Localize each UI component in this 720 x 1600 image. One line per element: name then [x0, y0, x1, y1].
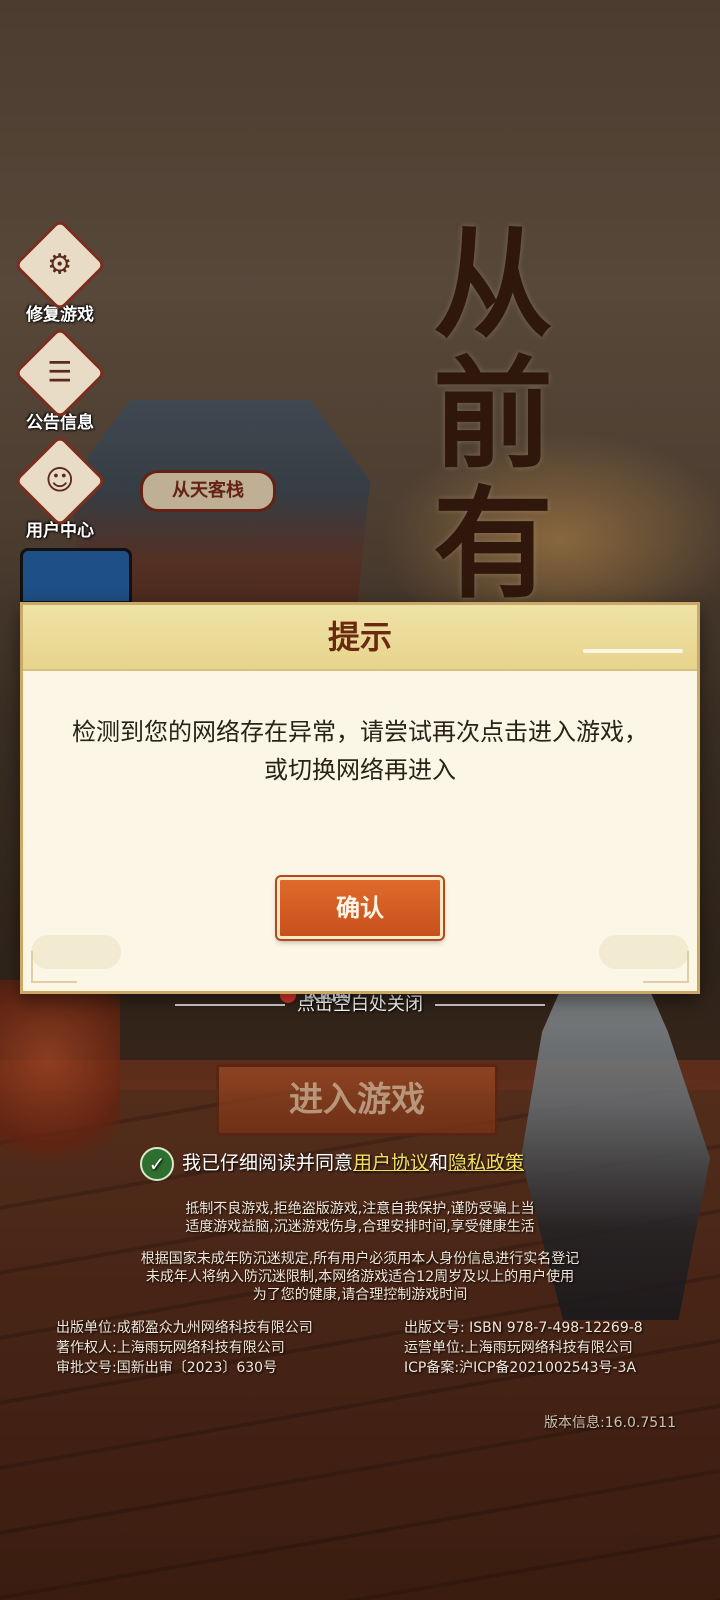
hint-line-left	[175, 1004, 286, 1006]
copyright-holder: 著作权人:上海雨玩网络科技有限公司	[56, 1340, 285, 1356]
health-notice-line2: 适度游戏益脑,沉迷游戏伤身,合理安排时间,享受健康生活	[185, 1219, 535, 1235]
agreement-row: ✓ 我已仔细阅读并同意用户协议和隐私政策	[140, 1146, 524, 1181]
close-hint-text: 点击空白处关闭	[297, 994, 423, 1015]
dialog-message-line2: 或切换网络再进入	[264, 756, 456, 784]
announcement-button[interactable]: ☰ 公告信息	[13, 326, 107, 433]
health-notice-line1: 抵制不良游戏,拒绝盗版游戏,注意自我保护,谨防受骗上当	[185, 1201, 535, 1217]
enter-game-button[interactable]: 进入游戏	[216, 1064, 498, 1136]
dialog-message: 检测到您的网络存在异常，请尝试再次点击进入游戏， 或切换网络再进入	[43, 713, 677, 789]
publish-unit: 出版单位:成都盈众九州网络科技有限公司	[56, 1320, 313, 1336]
approval-number: 审批文号:国新出审〔2023〕630号	[56, 1360, 278, 1376]
anti-addiction-line3: 为了您的健康,请合理控制游戏时间	[252, 1287, 468, 1303]
agreement-prefix: 我已仔细阅读并同意	[182, 1152, 354, 1174]
network-error-dialog: 提示 检测到您的网络存在异常，请尝试再次点击进入游戏， 或切换网络再进入 确认	[20, 602, 700, 994]
user-agreement-link[interactable]: 用户协议	[353, 1152, 429, 1174]
corner-ornament-right	[643, 951, 689, 983]
agree-checkbox-icon[interactable]: ✓	[140, 1146, 174, 1181]
anti-addiction-line2: 未成年人将纳入防沉迷限制,本网络游戏适合12周岁及以上的用户使用	[145, 1269, 575, 1285]
icp-record: ICP备案:沪ICP备2021002543号-3A	[404, 1360, 637, 1376]
agreement-and: 和	[429, 1152, 449, 1174]
confirm-button[interactable]: 确认	[275, 875, 445, 941]
anti-addiction-line1: 根据国家未成年防沉迷规定,所有用户必须用本人身份信息进行实名登记	[140, 1251, 580, 1267]
dialog-title: 提示	[327, 618, 392, 656]
age-rating-tab[interactable]	[20, 548, 132, 604]
corner-ornament-left	[31, 951, 77, 983]
operator-unit: 运营单位:上海雨玩网络科技有限公司	[404, 1340, 633, 1356]
user-center-button[interactable]: ☺ 用户中心	[13, 434, 107, 541]
user-face-icon: ☺	[13, 434, 107, 528]
hint-line-right	[434, 1004, 545, 1006]
dialog-message-line1: 检测到您的网络存在异常，请尝试再次点击进入游戏，	[72, 718, 648, 746]
repair-game-button[interactable]: ⚙ 修复游戏	[13, 218, 107, 325]
version-info: 版本信息:16.0.7511	[544, 1415, 676, 1431]
publish-number: 出版文号: ISBN 978-7-498-12269-8	[404, 1320, 643, 1336]
privacy-policy-link[interactable]: 隐私政策	[448, 1152, 524, 1174]
magnifier-gear-icon: ⚙	[13, 218, 107, 312]
bulletin-icon: ☰	[13, 326, 107, 420]
